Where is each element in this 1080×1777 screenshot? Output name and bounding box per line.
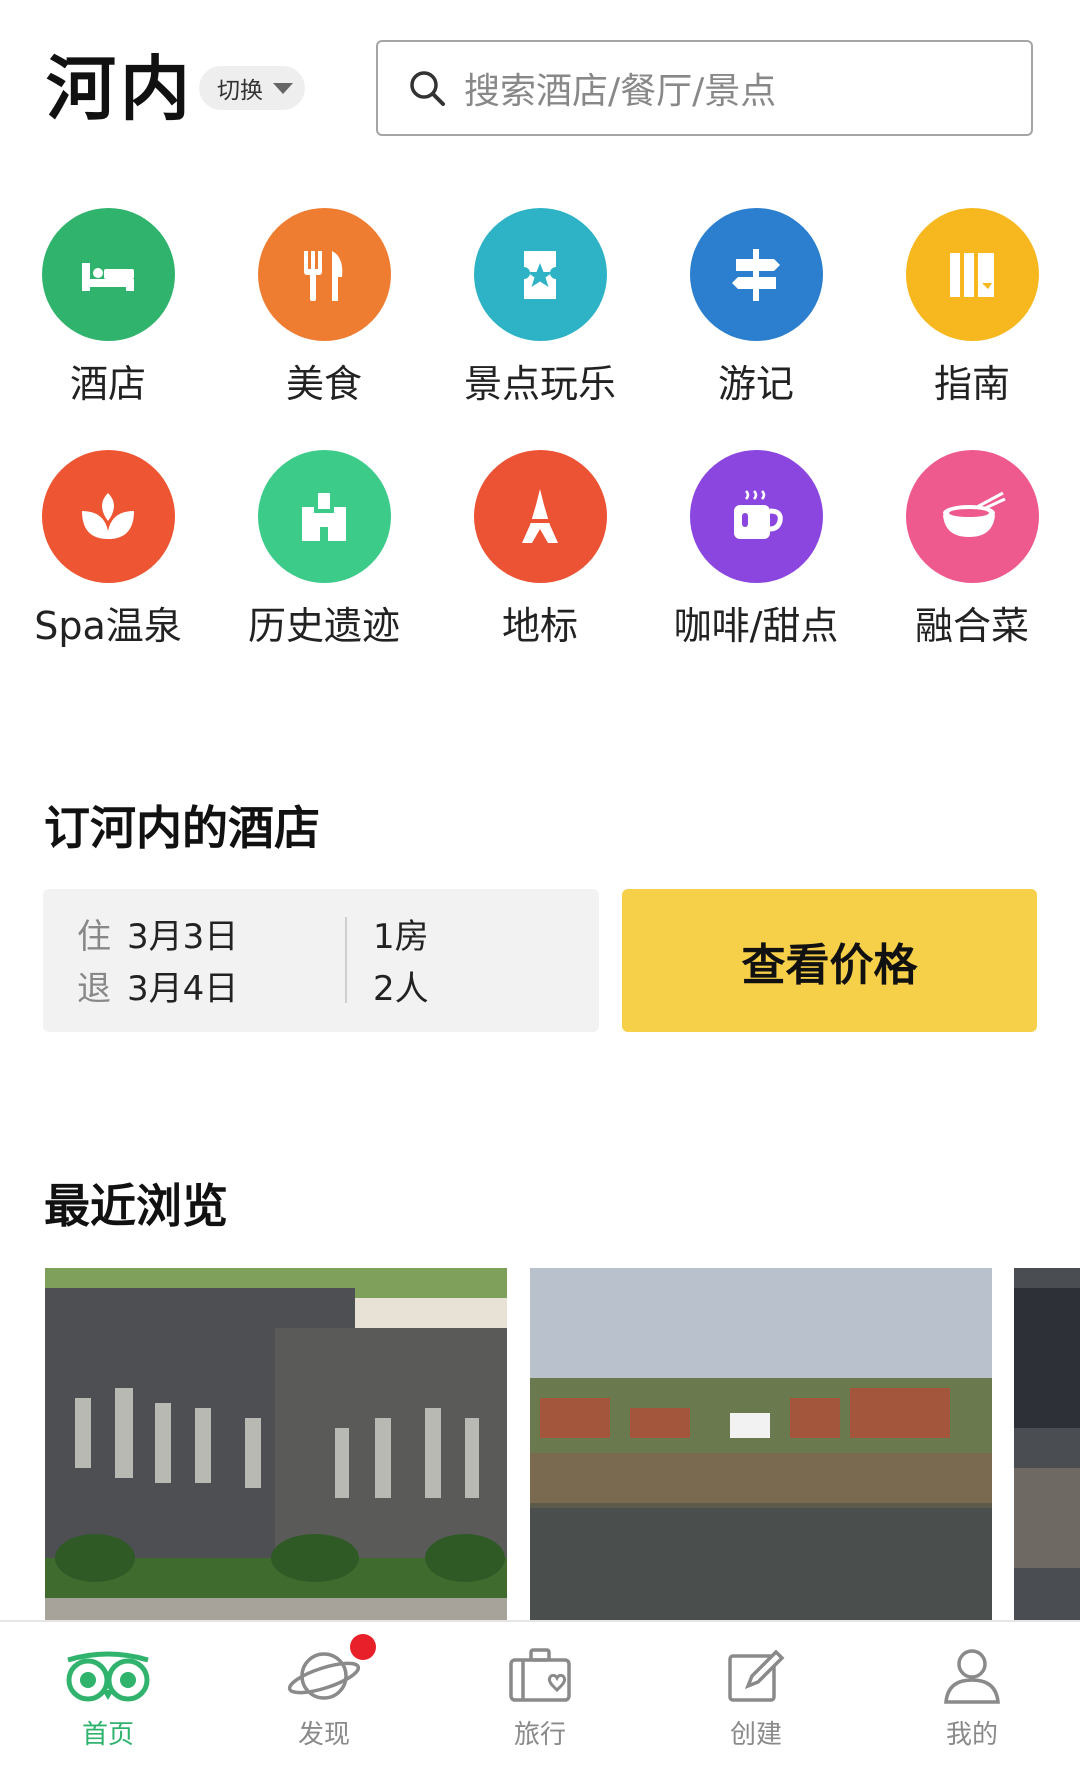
search-placeholder: 搜索酒店/餐厅/景点 <box>464 71 777 112</box>
category-historic-sites[interactable]: 历史遗迹 <box>216 450 432 650</box>
tab-label: 我的 <box>945 1720 998 1750</box>
category-label: 景点玩乐 <box>463 362 616 406</box>
booking-date-selector[interactable]: 住 3月3日 退 3月4日 1房 2人 <box>43 889 599 1032</box>
partial-photo <box>1014 1268 1080 1630</box>
category-label: 咖啡/甜点 <box>673 604 839 648</box>
user-icon <box>944 1649 1000 1704</box>
category-label: 指南 <box>933 362 1010 406</box>
chevron-down-icon <box>273 82 293 94</box>
fork-knife-icon <box>304 250 343 301</box>
category-label: 融合菜 <box>914 604 1029 648</box>
tab-home[interactable]: 首页 <box>0 1622 216 1777</box>
checkout-label: 退 <box>77 969 111 1009</box>
search-icon <box>410 71 445 106</box>
recent-card-memorial-wall[interactable] <box>45 1268 507 1630</box>
tab-discover[interactable]: 发现 <box>216 1622 432 1777</box>
tab-label: 旅行 <box>513 1720 566 1750</box>
checkin-date[interactable]: 3月3日 <box>127 917 238 957</box>
category-attractions[interactable]: 景点玩乐 <box>432 208 648 408</box>
checkin-label: 住 <box>77 917 111 957</box>
booking-section-title: 订河内的酒店 <box>44 801 320 855</box>
memorial-wall-photo <box>45 1268 507 1630</box>
notification-badge <box>350 1634 376 1660</box>
suitcase-heart-icon <box>509 1648 571 1702</box>
coffee-cup-icon <box>734 489 783 539</box>
recent-card-village-pond[interactable] <box>530 1268 992 1630</box>
ticket-star-icon <box>524 250 556 299</box>
category-label: 游记 <box>717 362 794 406</box>
category-hotel[interactable]: 酒店 <box>0 208 216 408</box>
recent-card-partial[interactable] <box>1014 1268 1080 1630</box>
divider <box>345 917 347 1003</box>
signpost-icon <box>732 248 780 301</box>
category-guide[interactable]: 指南 <box>864 208 1080 408</box>
tab-label: 首页 <box>81 1720 134 1750</box>
category-spa[interactable]: Spa温泉 <box>0 450 216 650</box>
bed-icon <box>82 262 134 291</box>
tab-trips[interactable]: 旅行 <box>432 1622 648 1777</box>
category-label: 美食 <box>285 362 362 406</box>
city-switch-button[interactable]: 切换 <box>199 66 305 110</box>
category-label: Spa温泉 <box>34 604 182 648</box>
lotus-icon <box>82 492 134 539</box>
rooms-count[interactable]: 1房 <box>373 909 429 958</box>
tab-profile[interactable]: 我的 <box>864 1622 1080 1777</box>
village-pond-photo <box>530 1268 992 1630</box>
city-title: 河内 <box>46 48 194 130</box>
city-switch-label: 切换 <box>217 78 263 104</box>
edit-icon <box>728 1649 785 1702</box>
tab-label: 创建 <box>729 1720 782 1750</box>
category-coffee-dessert[interactable]: 咖啡/甜点 <box>648 450 864 650</box>
category-fusion[interactable]: 融合菜 <box>864 450 1080 650</box>
noodle-bowl-icon <box>943 491 1006 537</box>
bottom-tab-bar: 首页 发现 旅行 创建 我的 <box>0 1620 1080 1777</box>
owl-eyes-icon <box>66 1651 150 1702</box>
category-label: 地标 <box>501 604 578 648</box>
category-label: 酒店 <box>69 362 146 406</box>
guide-book-icon <box>950 252 994 297</box>
checkout-date[interactable]: 3月4日 <box>127 969 238 1009</box>
recent-section-title: 最近浏览 <box>44 1179 228 1233</box>
tab-create[interactable]: 创建 <box>648 1622 864 1777</box>
category-label: 历史遗迹 <box>247 604 400 648</box>
search-input[interactable]: 搜索酒店/餐厅/景点 <box>376 40 1033 136</box>
category-food[interactable]: 美食 <box>216 208 432 408</box>
castle-icon <box>302 492 346 541</box>
category-landmark[interactable]: 地标 <box>432 450 648 650</box>
check-price-button[interactable]: 查看价格 <box>622 889 1037 1032</box>
eiffel-tower-icon <box>522 488 558 543</box>
category-travelogue[interactable]: 游记 <box>648 208 864 408</box>
guests-count[interactable]: 2人 <box>373 961 429 1010</box>
tab-label: 发现 <box>297 1720 350 1750</box>
